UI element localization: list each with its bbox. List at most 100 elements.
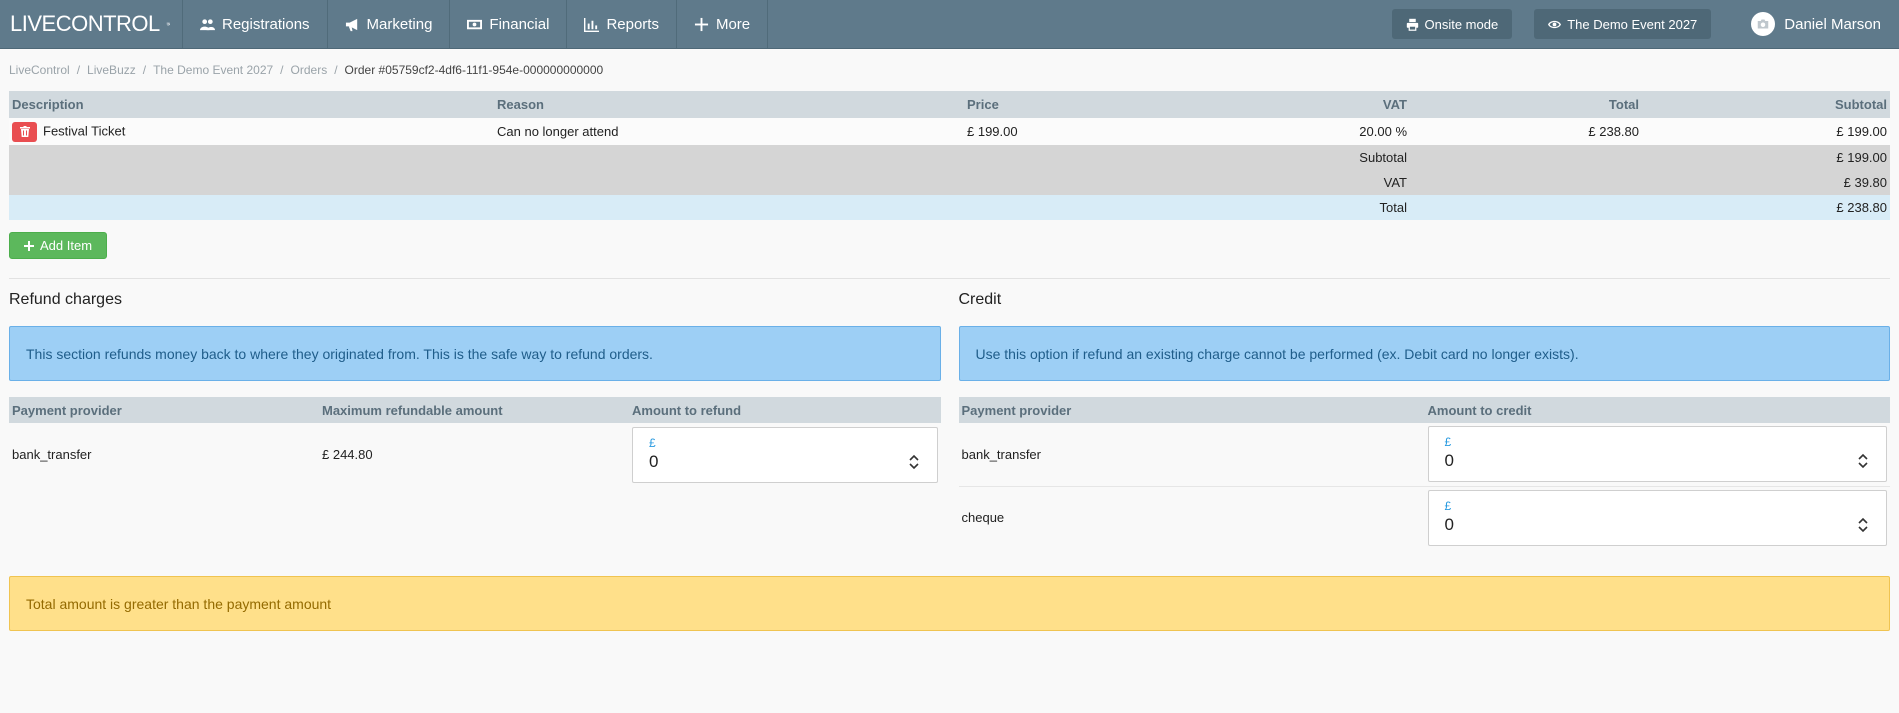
- stepper-icon[interactable]: [908, 454, 919, 470]
- user-name: Daniel Marson: [1784, 15, 1881, 33]
- avatar: [1751, 12, 1776, 36]
- total-label: Total: [9, 195, 1410, 220]
- column-header-subtotal: Subtotal: [1642, 91, 1890, 118]
- currency-label: £: [1444, 498, 1452, 513]
- add-item-button[interactable]: Add Item: [9, 232, 108, 259]
- stepper-icon[interactable]: [1858, 517, 1868, 533]
- currency-label: £: [1444, 435, 1452, 450]
- camera-icon: [1758, 19, 1769, 29]
- column-header-payment-provider: Payment provider: [958, 397, 1425, 423]
- nav-label: Financial: [489, 15, 550, 33]
- breadcrumb-separator: /: [142, 63, 147, 77]
- event-name-label: The Demo Event 2027: [1567, 16, 1698, 32]
- credit-amount-input[interactable]: £ 0: [1427, 426, 1887, 483]
- table-header-row: Payment provider Amount to credit: [958, 397, 1890, 423]
- brand-logo[interactable]: LIVE CONTROL: [0, 0, 183, 48]
- brand-part-1: LIVE: [10, 11, 56, 36]
- total-value: £ 238.80: [1642, 195, 1890, 220]
- top-navbar: LIVE CONTROL Registrations Marketing Fina…: [0, 0, 1899, 49]
- summary-value: £ 39.80: [1642, 170, 1890, 195]
- credit-amount-input[interactable]: £ 0: [1427, 489, 1887, 546]
- delete-item-button[interactable]: [12, 121, 37, 142]
- table-row: bank_transfer £ 0: [958, 423, 1890, 487]
- column-header-amount-to-refund: Amount to refund: [629, 397, 941, 423]
- summary-spacer: [1410, 195, 1642, 220]
- amount-value: 0: [1444, 514, 1454, 534]
- summary-row-subtotal: Subtotal £ 199.00: [9, 145, 1890, 170]
- breadcrumb: LiveControl / LiveBuzz / The Demo Event 20…: [0, 49, 1899, 91]
- breadcrumb-link[interactable]: LiveControl: [9, 63, 70, 77]
- nav-label: Marketing: [366, 15, 433, 33]
- cell-description: Festival Ticket: [9, 118, 494, 145]
- bee-icon: [166, 22, 170, 26]
- currency-label: £: [649, 435, 656, 450]
- nav-financial[interactable]: Financial: [450, 0, 568, 48]
- refund-amount-input[interactable]: £ 0: [632, 426, 938, 483]
- onsite-mode-button[interactable]: Onsite mode: [1391, 9, 1513, 39]
- section-divider: [9, 278, 1890, 279]
- breadcrumb-separator: /: [280, 63, 284, 77]
- nav-label: More: [715, 15, 751, 33]
- breadcrumb-link[interactable]: The Demo Event 2027: [153, 63, 273, 77]
- summary-row-total: Total £ 238.80: [9, 195, 1890, 220]
- column-header-max-refundable: Maximum refundable amount: [319, 397, 629, 423]
- bar-chart-icon: [584, 17, 600, 32]
- column-header-reason: Reason: [494, 91, 964, 118]
- nav-label: Registrations: [222, 15, 310, 33]
- item-description: Festival Ticket: [43, 122, 126, 138]
- table-row: Festival Ticket Can no longer attend £ 1…: [9, 118, 1890, 145]
- column-header-payment-provider: Payment provider: [9, 397, 319, 423]
- breadcrumb-separator: /: [334, 63, 338, 77]
- cell-provider: bank_transfer: [958, 423, 1425, 487]
- trash-icon: [19, 126, 30, 137]
- refund-table: Payment provider Maximum refundable amou…: [9, 397, 941, 486]
- stepper-icon[interactable]: [1858, 453, 1868, 469]
- cell-amount: £ 0: [1424, 423, 1890, 487]
- plus-icon: [24, 240, 34, 251]
- cell-amount: £ 0: [629, 423, 941, 486]
- cell-subtotal: £ 199.00: [1642, 118, 1890, 145]
- cell-provider: bank_transfer: [12, 447, 92, 462]
- cell-amount: £ 0: [1425, 486, 1891, 549]
- breadcrumb-link[interactable]: LiveBuzz: [87, 63, 136, 77]
- cell-max-refundable: £ 244.80: [322, 447, 373, 462]
- nav-more[interactable]: More: [677, 0, 769, 48]
- breadcrumb-current: Order #05759cf2-4df6-11f1-954e-000000000…: [344, 63, 604, 77]
- table-header-row: Payment provider Maximum refundable amou…: [9, 397, 941, 423]
- eye-icon: [1548, 20, 1562, 28]
- users-icon: [200, 18, 215, 30]
- user-menu[interactable]: Daniel Marson: [1751, 12, 1881, 36]
- cell-provider: cheque: [961, 510, 1005, 526]
- credit-table: Payment provider Amount to credit bank_t…: [958, 397, 1891, 549]
- column-header-total: Total: [1410, 91, 1642, 118]
- onsite-mode-label: Onsite mode: [1424, 16, 1499, 32]
- nav-registrations[interactable]: Registrations: [183, 0, 328, 48]
- event-selector-button[interactable]: The Demo Event 2027: [1534, 9, 1712, 39]
- credit-title: Credit: [958, 291, 1002, 308]
- order-items-table: Description Reason Price VAT Total Subto…: [9, 91, 1890, 220]
- summary-label: Subtotal: [9, 145, 1410, 170]
- nav-label: Reports: [606, 15, 659, 33]
- cell-price: £ 199.00: [964, 118, 1174, 145]
- add-item-label: Add Item: [40, 238, 93, 253]
- table-header-row: Description Reason Price VAT Total Subto…: [9, 91, 1890, 118]
- nav-reports[interactable]: Reports: [567, 0, 677, 48]
- cell-total: £ 238.80: [1410, 118, 1642, 145]
- refund-charges-section: Refund charges This section refunds mone…: [9, 291, 941, 549]
- column-header-price: Price: [964, 91, 1174, 118]
- refund-info-alert: This section refunds money back to where…: [9, 326, 941, 381]
- summary-spacer: [1410, 145, 1642, 170]
- main-content: Description Reason Price VAT Total Subto…: [0, 91, 1899, 631]
- cell-vat: 20.00 %: [1174, 118, 1410, 145]
- amount-value: 0: [1444, 451, 1454, 471]
- column-header-amount-to-credit: Amount to credit: [1424, 397, 1890, 423]
- column-header-vat: VAT: [1174, 91, 1410, 118]
- nav-marketing[interactable]: Marketing: [328, 0, 451, 48]
- table-row: bank_transfer £ 244.80 £ 0: [9, 423, 941, 486]
- amount-warning-alert: Total amount is greater than the payment…: [9, 576, 1890, 631]
- credit-info-alert: Use this option if refund an existing ch…: [958, 326, 1890, 381]
- megaphone-icon: [345, 18, 357, 31]
- printer-icon: [1406, 18, 1418, 31]
- breadcrumb-separator: /: [76, 63, 81, 77]
- breadcrumb-link[interactable]: Orders: [291, 63, 328, 77]
